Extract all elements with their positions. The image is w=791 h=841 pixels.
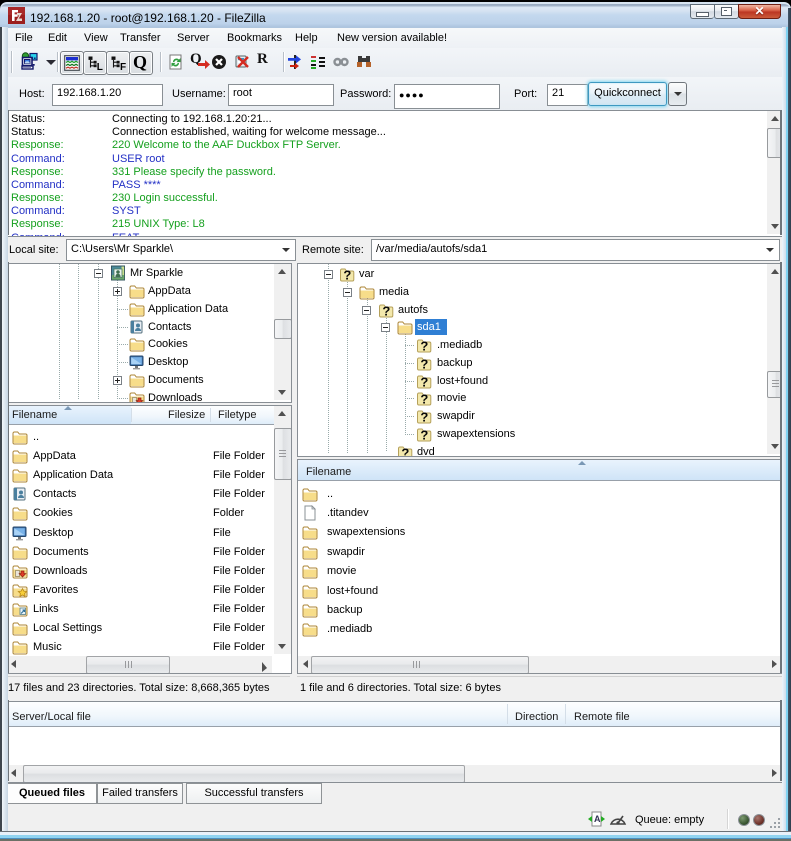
svg-text:A: A (594, 814, 601, 824)
svg-text:F: F (120, 62, 126, 71)
svg-text:L: L (97, 62, 103, 71)
